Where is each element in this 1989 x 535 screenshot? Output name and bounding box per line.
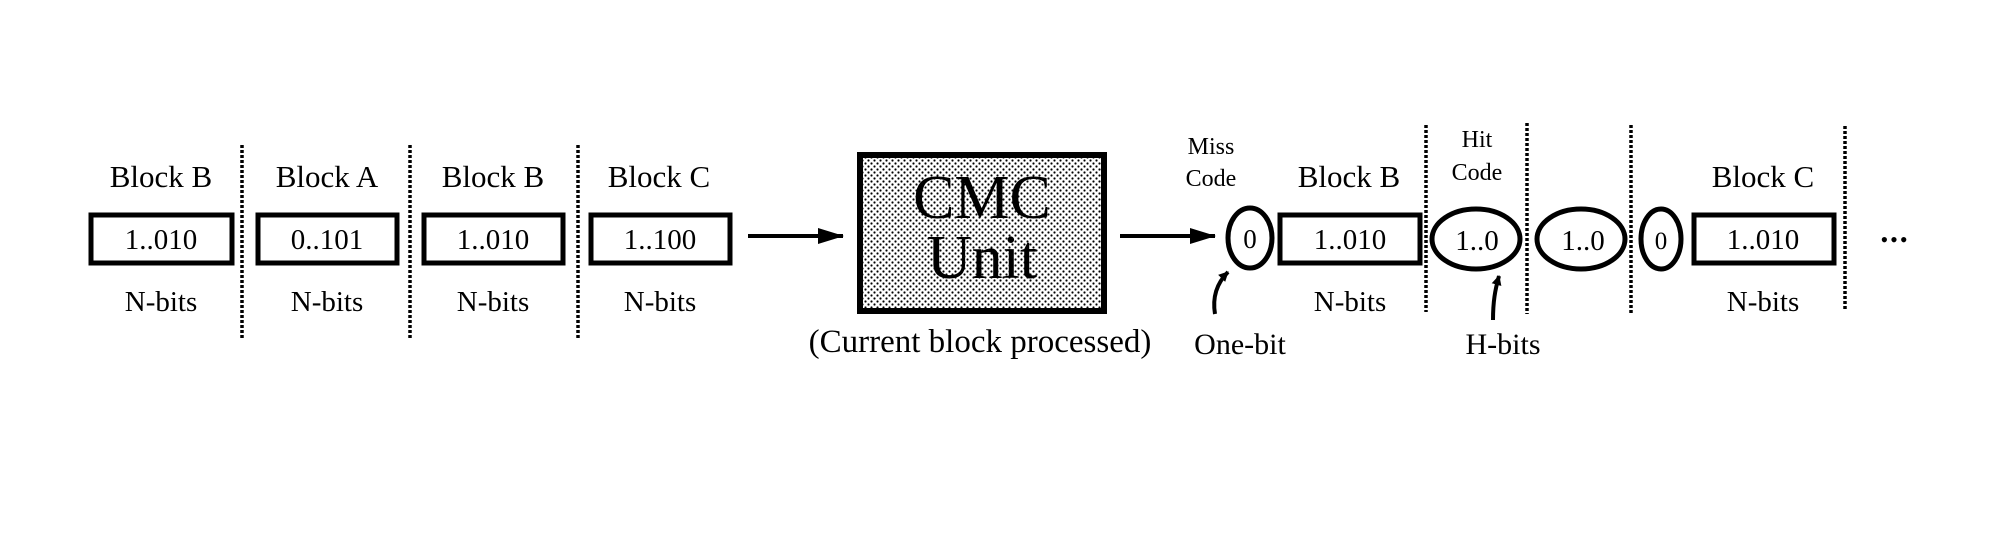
block-size: N-bits [1314, 286, 1387, 318]
block-value: 1..100 [624, 224, 697, 256]
hit-code-2: 1..0 [1534, 206, 1628, 272]
miss-code-label-line2: Code [1186, 166, 1237, 192]
cmc-diagram: Block B 1..010 N-bits Block A 0..101 N-b… [88, 123, 1909, 361]
block-name: Block B [110, 159, 212, 194]
block-value: 0..101 [291, 224, 364, 256]
block-name: Block C [608, 159, 710, 194]
block-size: N-bits [1727, 286, 1800, 318]
block-value: 1..010 [457, 224, 530, 256]
miss-code-label-line1: Miss [1188, 134, 1235, 160]
cmc-unit-title-line1: CMC [913, 164, 1051, 232]
miss-code-2: 0 [1638, 206, 1684, 272]
cmc-unit-caption: (Current block processed) [809, 324, 1152, 360]
cmc-unit: CMC Unit (Current block processed) [809, 152, 1152, 360]
h-bits-label: H-bits [1466, 328, 1541, 361]
block-size: N-bits [457, 286, 530, 318]
one-bit-pointer-icon [1212, 270, 1230, 315]
hit-code-value: 1..0 [1455, 225, 1499, 257]
block-name: Block B [442, 159, 544, 194]
hit-code: Hit Code 1..0 H-bits [1429, 127, 1541, 361]
block-value: 1..010 [1314, 224, 1387, 256]
one-bit-label: One-bit [1194, 328, 1286, 361]
output-block-b: Block B 1..010 N-bits [1277, 159, 1423, 318]
miss-code-value: 0 [1243, 224, 1257, 254]
block-size: N-bits [125, 286, 198, 318]
block-value: 1..010 [1727, 224, 1800, 256]
miss-code-value: 0 [1655, 228, 1668, 255]
hit-code-label-line2: Code [1452, 160, 1503, 186]
cmc-unit-title-line2: Unit [927, 224, 1037, 292]
output-block-c: Block C 1..010 N-bits [1691, 159, 1837, 318]
block-size: N-bits [291, 286, 364, 318]
block-name: Block A [276, 159, 379, 194]
block-name: Block C [1712, 159, 1814, 194]
hit-code-value: 1..0 [1561, 225, 1605, 257]
h-bits-pointer-icon [1491, 275, 1502, 321]
miss-code: Miss Code 0 One-bit [1186, 134, 1287, 361]
block-value: 1..010 [125, 224, 198, 256]
ellipsis-icon: ••• [1880, 227, 1909, 252]
input-block-1: Block B 1..010 N-bits [88, 159, 235, 318]
block-size: N-bits [624, 286, 697, 318]
input-block-4: Block C 1..100 N-bits [588, 159, 733, 318]
block-name: Block B [1298, 159, 1400, 194]
input-block-3: Block B 1..010 N-bits [421, 159, 566, 318]
hit-code-label-line1: Hit [1462, 127, 1493, 153]
input-block-2: Block A 0..101 N-bits [255, 159, 400, 318]
